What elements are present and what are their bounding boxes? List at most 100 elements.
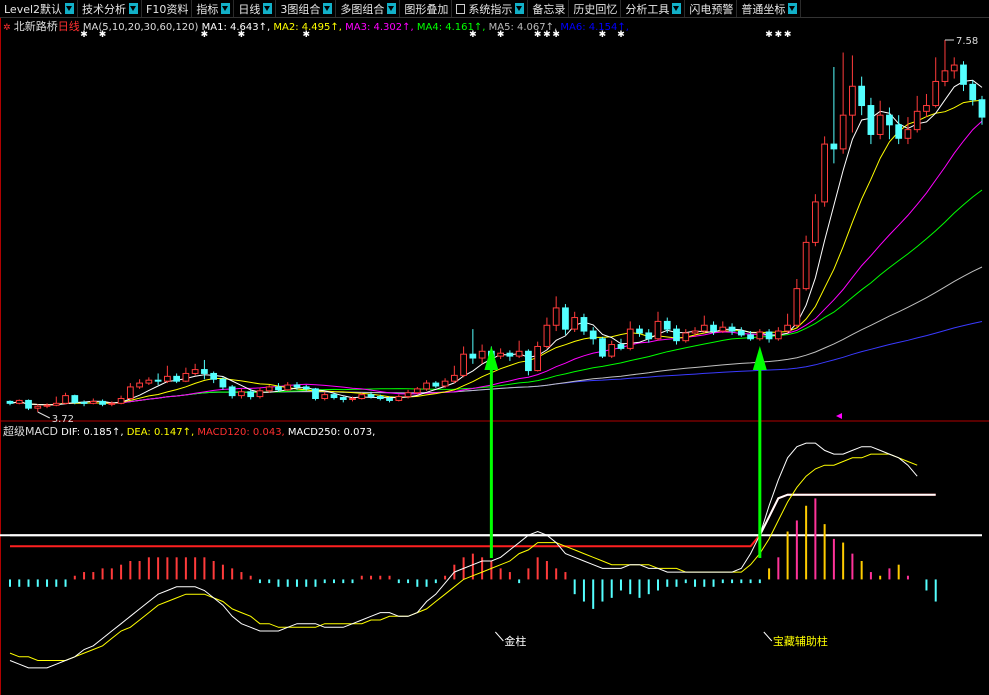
candle-body: [515, 350, 523, 357]
signal-star-icon: ✱: [469, 30, 477, 40]
candle-body: [978, 99, 986, 118]
candle-body: [6, 400, 14, 404]
candle-body: [654, 320, 662, 340]
candle-body: [756, 331, 764, 340]
candle-body: [182, 372, 190, 382]
candle-body: [275, 386, 282, 391]
candle-body: [728, 326, 736, 332]
candle-body: [321, 394, 329, 400]
candle-body: [673, 328, 680, 342]
candle-body: [312, 388, 319, 400]
candle-body: [62, 395, 69, 404]
signal-star-icon: ✱: [617, 30, 625, 40]
signal-star-icon: ✱: [775, 30, 783, 40]
candle-body: [960, 64, 967, 85]
candle-body: [765, 331, 773, 340]
candle-body: [737, 330, 745, 336]
candle-body: [201, 369, 208, 374]
candle-body: [784, 324, 791, 332]
candle-body: [969, 83, 977, 101]
candle-body: [645, 332, 653, 340]
high-price-label: 7.58: [956, 36, 978, 47]
signal-star-icon: ✱: [99, 30, 107, 40]
chart-canvas[interactable]: 7.583.72✱ ✱ ✱ ✱ ✱ ✱ ✱ ✱ ✱ ✱ ✱ ✱ ✱ ✱ ✱金柱 宝藏辅助柱: [0, 0, 989, 695]
candle-body: [339, 397, 347, 400]
candle-body: [543, 324, 551, 347]
candle-body: [117, 398, 125, 404]
candle-body: [571, 317, 579, 330]
candle-body: [210, 372, 218, 380]
candle-body: [247, 391, 255, 398]
golden-bar-label: 金柱: [504, 634, 526, 648]
signal-star-icon: ✱: [80, 30, 88, 40]
candle-body: [710, 324, 717, 332]
candle-body: [950, 64, 958, 72]
candle-body: [849, 85, 856, 116]
candle-body: [358, 394, 366, 400]
candle-body: [552, 307, 560, 326]
candle-body: [52, 402, 60, 406]
ma1-line: [9, 79, 983, 406]
candle-body: [228, 386, 236, 397]
candle-body: [108, 402, 116, 405]
candle-body: [802, 241, 810, 290]
candle-body: [441, 380, 449, 387]
marker-triangle-icon: [836, 413, 842, 419]
candle-body: [191, 369, 199, 374]
candle-body: [469, 353, 477, 359]
signal-star-icon: ✱: [534, 30, 542, 40]
candle-body: [349, 398, 356, 401]
candle-body: [219, 378, 227, 388]
candle-body: [238, 391, 245, 397]
candle-body: [80, 401, 88, 404]
candle-body: [284, 384, 292, 391]
candle-body: [867, 105, 875, 135]
candle-body: [460, 353, 467, 376]
candle-body: [886, 114, 893, 126]
candle-body: [812, 201, 819, 243]
candle-body: [136, 382, 143, 388]
candle-body: [367, 394, 375, 398]
candle-body: [700, 324, 708, 332]
candle-body: [71, 395, 79, 403]
candle-body: [562, 307, 569, 330]
candle-body: [89, 400, 97, 404]
candle-body: [478, 350, 486, 359]
signal-star-icon: ✱: [497, 30, 505, 40]
signal-star-icon: ✱: [201, 30, 209, 40]
candle-body: [25, 399, 32, 409]
candle-body: [154, 379, 162, 382]
candle-body: [330, 394, 338, 399]
candle-body: [793, 288, 801, 326]
candle-body: [164, 375, 171, 382]
candle-body: [821, 143, 828, 203]
candle-body: [747, 334, 754, 340]
candle-body: [589, 330, 597, 340]
low-pointer: [37, 411, 50, 419]
candle-body: [34, 405, 42, 409]
candle-body: [15, 399, 23, 404]
treasure-bar-label: 宝藏辅助柱: [773, 634, 828, 648]
candle-body: [608, 344, 616, 357]
golden-arrow-head-icon: [484, 346, 499, 370]
signal-star-icon: ✱: [552, 30, 560, 40]
signal-star-icon: ✱: [302, 30, 310, 40]
candle-body: [173, 375, 180, 382]
candle-body: [506, 352, 514, 357]
signal-star-icon: ✱: [543, 30, 551, 40]
candle-body: [876, 114, 884, 135]
candle-body: [534, 345, 542, 372]
signal-star-icon: ✱: [238, 30, 246, 40]
candle-body: [830, 143, 838, 150]
candle-body: [626, 328, 634, 349]
candle-body: [99, 400, 106, 405]
signal-star-icon: ✱: [765, 30, 773, 40]
candle-body: [904, 129, 912, 139]
treasure-bar-label-pointer: [763, 631, 773, 642]
candle-body: [423, 382, 430, 390]
low-price-label: 3.72: [52, 414, 74, 425]
signal-star-icon: ✱: [599, 30, 607, 40]
candle-body: [293, 384, 301, 388]
candle-body: [450, 374, 458, 382]
candle-body: [682, 332, 690, 342]
